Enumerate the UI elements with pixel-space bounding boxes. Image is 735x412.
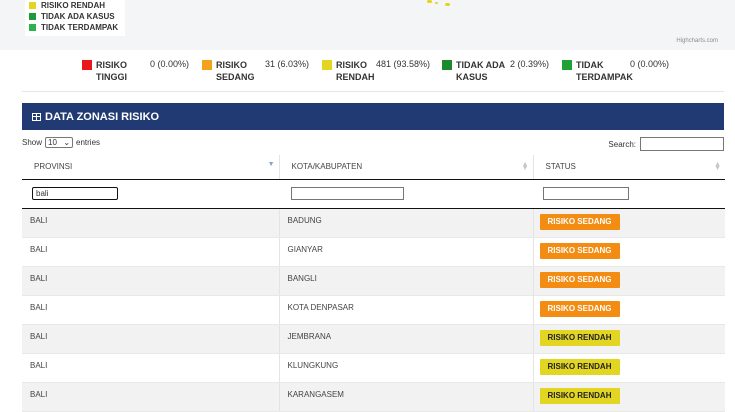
status-cell: RISIKO RENDAH: [533, 324, 725, 354]
sort-desc-icon: ▼: [267, 161, 275, 168]
provinsi-cell: BALI: [22, 382, 279, 412]
summary-value: 0 (0.00%): [150, 59, 190, 69]
legend-swatch: [29, 24, 36, 31]
provinsi-cell: BALI: [22, 266, 279, 296]
status-cell: RISIKO SEDANG: [533, 237, 725, 267]
status-badge: RISIKO RENDAH: [539, 358, 620, 375]
summary-swatch: [202, 60, 212, 70]
summary-value: 2 (0.39%): [510, 59, 550, 69]
map-legend: RISIKO RENDAH TIDAK ADA KASUS TIDAK TERD…: [25, 0, 125, 36]
column-header-kota[interactable]: KOTA/KABUPATEN ▲ ▼: [279, 155, 534, 180]
chevron-down-icon: ⌄: [63, 138, 71, 147]
page-size-control: Show 10 ⌄ entries: [22, 137, 100, 148]
provinsi-cell: BALI: [22, 237, 279, 267]
kota-cell: KOTA DENPASAR: [278, 295, 534, 325]
status-badge: RISIKO SEDANG: [539, 213, 620, 230]
sort-icon: ▲ ▼: [714, 161, 721, 172]
legend-label: TIDAK ADA KASUS: [41, 12, 115, 21]
table-row: BALI GIANYAR RISIKO SEDANG: [22, 237, 725, 267]
summary-value: 481 (93.58%): [376, 59, 431, 69]
status-cell: RISIKO RENDAH: [533, 353, 725, 383]
status-badge: RISIKO RENDAH: [539, 329, 620, 346]
kota-cell: BANGLI: [278, 266, 534, 296]
status-badge: RISIKO SEDANG: [539, 271, 620, 288]
page-size-select[interactable]: 10 ⌄: [45, 137, 74, 148]
highcharts-credit[interactable]: Highcharts.com: [676, 38, 718, 44]
summary-label: RISIKO SEDANG: [216, 60, 255, 82]
summary-value: 0 (0.00%): [630, 59, 670, 69]
summary-swatch: [82, 60, 92, 70]
table-row: BALI BANGLI RISIKO SEDANG: [22, 266, 725, 296]
show-label: Show: [22, 138, 43, 147]
summary-label: RISIKO TINGGI: [96, 60, 128, 82]
table-row: BALI KLUNGKUNG RISIKO RENDAH: [22, 353, 725, 383]
column-header-status[interactable]: STATUS ▲ ▼: [533, 155, 725, 180]
map-region[interactable]: [427, 0, 432, 3]
summary-swatch: [442, 60, 452, 70]
status-filter-input[interactable]: [543, 187, 629, 200]
page-size-value: 10: [48, 138, 57, 147]
legend-swatch: [29, 13, 36, 20]
sort-icon: ▲ ▼: [521, 161, 529, 172]
table-row: BALI KOTA DENPASAR RISIKO SEDANG: [22, 295, 725, 325]
panel-title: DATA ZONASI RISIKO: [45, 110, 160, 123]
status-cell: RISIKO SEDANG: [533, 295, 725, 325]
status-cell: RISIKO SEDANG: [533, 266, 725, 296]
filter-cell: bali: [22, 179, 279, 209]
kota-cell: BADUNG: [278, 208, 534, 238]
summary-label: TIDAK TERDAMPAK: [576, 60, 633, 82]
entries-label: entries: [76, 138, 101, 147]
risk-map[interactable]: RISIKO RENDAH TIDAK ADA KASUS TIDAK TERD…: [0, 0, 735, 50]
risk-zone-table: PROVINSI ▼ KOTA/KABUPATEN ▲ ▼ STATUS ▲ ▼ bali…: [22, 155, 725, 412]
panel-header: DATA ZONASI RISIKO: [22, 103, 724, 130]
provinsi-cell: BALI: [22, 208, 279, 238]
table-row: BALI BADUNG RISIKO SEDANG: [22, 208, 725, 238]
summary-swatch: [322, 60, 332, 70]
search-label: Search:: [608, 139, 636, 149]
kota-cell: KLUNGKUNG: [278, 353, 534, 383]
legend-label: RISIKO RENDAH: [41, 1, 106, 10]
filter-cell: [533, 179, 725, 209]
column-header-provinsi[interactable]: PROVINSI ▼: [22, 155, 280, 180]
map-legend-item[interactable]: RISIKO RENDAH: [29, 0, 121, 11]
summary-label: TIDAK ADA KASUS: [456, 60, 506, 82]
filter-row: bali: [22, 179, 725, 209]
table-controls: Show 10 ⌄ entries Search:: [22, 137, 724, 153]
status-cell: RISIKO RENDAH: [533, 382, 725, 412]
header-row: PROVINSI ▼ KOTA/KABUPATEN ▲ ▼ STATUS ▲ ▼: [22, 155, 725, 180]
legend-swatch: [29, 2, 36, 9]
summary-label: RISIKO RENDAH: [336, 60, 375, 82]
map-region[interactable]: [435, 2, 438, 4]
status-badge: RISIKO RENDAH: [539, 387, 620, 404]
kota-cell: KARANGASEM: [278, 382, 534, 412]
provinsi-cell: BALI: [22, 353, 279, 383]
map-region[interactable]: [445, 3, 450, 6]
table-icon: [32, 112, 41, 121]
kota-cell: GIANYAR: [278, 237, 534, 267]
search-input[interactable]: [640, 137, 724, 151]
map-legend-item[interactable]: TIDAK ADA KASUS: [29, 11, 121, 22]
search-control: Search:: [608, 137, 724, 151]
kota-cell: JEMBRANA: [278, 324, 534, 354]
provinsi-cell: BALI: [22, 295, 279, 325]
kota-filter-input[interactable]: [291, 187, 404, 200]
table-row: BALI JEMBRANA RISIKO RENDAH: [22, 324, 725, 354]
provinsi-filter-input[interactable]: bali: [32, 187, 118, 200]
status-badge: RISIKO SEDANG: [539, 242, 620, 259]
filter-cell: [279, 179, 533, 209]
summary-swatch: [562, 60, 572, 70]
risk-summary: RISIKO TINGGI 0 (0.00%) RISIKO SEDANG 31 (…: [22, 51, 724, 92]
table-row: BALI KARANGASEM RISIKO RENDAH: [22, 382, 725, 412]
legend-label: TIDAK TERDAMPAK: [41, 23, 119, 32]
status-cell: RISIKO SEDANG: [533, 208, 725, 238]
provinsi-cell: BALI: [22, 324, 279, 354]
map-legend-item[interactable]: TIDAK TERDAMPAK: [29, 22, 121, 33]
summary-value: 31 (6.03%): [265, 59, 310, 69]
status-badge: RISIKO SEDANG: [539, 300, 620, 317]
